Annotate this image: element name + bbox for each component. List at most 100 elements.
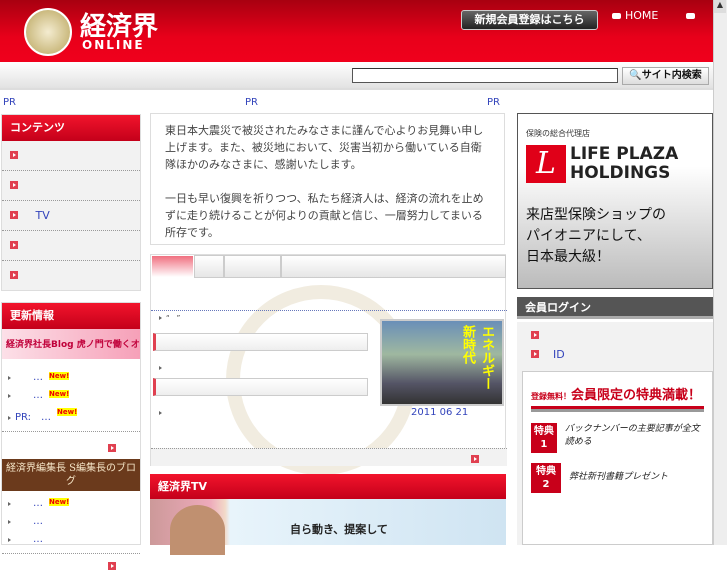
news-panel: “ ” エネルギー新時代 2011 06 21 [150,254,507,475]
president-blog-banner[interactable]: 経済界社長Blog 虎ノ門で働くオンナ社長 [2,329,140,359]
perk-badge-number: 1 [540,439,548,450]
vertical-scrollbar[interactable] [713,0,727,545]
magazine-cover[interactable]: エネルギー新時代 [380,319,504,406]
bullet-icon [612,13,621,19]
home-label: HOME [625,9,659,22]
life-plaza-ad[interactable]: 保険の総合代理店 L LIFE PLAZA HOLDINGS 来店型保険ショップ… [517,113,713,289]
update-item[interactable]: … New! [2,495,140,513]
ad-copy: パイオニアにして、 [526,228,651,244]
item-label: PR: … [15,412,52,423]
arrow-icon [10,211,18,219]
login-link-label: ID [553,348,565,361]
pr-link[interactable]: PR [245,97,258,108]
arrow-icon [108,562,116,570]
ad-brand: HOLDINGS [570,163,671,183]
update-item[interactable]: … New! [2,369,140,387]
tv-title: 経済界TV [150,474,506,499]
contents-title: コンテンツ [2,115,140,141]
search-button-label: サイト内検索 [641,70,702,81]
bullet-icon [686,13,696,19]
home-link[interactable]: HOME [612,9,699,22]
perk-text: 弊社新刊書籍プレゼント [569,472,669,482]
tv-video-thumbnail[interactable]: 自ら動き、提案して [150,499,506,555]
login-title: 会員ログイン [517,297,713,319]
contents-item[interactable] [2,261,140,291]
news-item[interactable] [159,360,166,373]
more-link[interactable] [151,448,507,466]
life-plaza-logo-icon: L [526,145,566,183]
tab-active[interactable] [151,255,194,278]
promo-headline: 会員限定の特典満載！ [571,388,702,403]
new-badge: New! [49,372,70,380]
perk-badge-label: 特典 [536,466,556,477]
magnifier-icon: 🔍 [629,70,642,81]
update-item[interactable]: … New! [2,387,140,405]
condolence-message: 東日本大震災で被災されたみなさまに謹んで心よりお見舞い申し上げます。また、被災地… [150,113,505,245]
arrow-icon [10,181,18,189]
update-item[interactable]: … [2,513,140,531]
perk-item: 特典 1 バックナンバーの主要記事が全文読める [531,423,704,453]
member-benefits-promo[interactable]: 登録無料！会員限定の特典満載！ 特典 1 バックナンバーの主要記事が全文読める 特… [522,371,713,545]
contents-item[interactable] [2,231,140,261]
item-label: … [33,534,43,545]
tab[interactable] [194,255,224,278]
tv-caption: 自ら動き、提案して [290,523,388,536]
bullet-icon [8,502,11,506]
pr-link[interactable]: PR [3,97,16,108]
login-id-link[interactable]: ID [531,348,565,361]
news-category-bar[interactable] [153,333,368,351]
tab[interactable] [224,255,281,278]
bullet-icon [159,316,162,320]
message-paragraph: 東日本大震災で被災されたみなさまに謹んで心よりお見舞い申し上げます。また、被災地… [165,124,484,171]
new-badge: New! [49,390,70,398]
more-link[interactable] [2,431,140,459]
divider [151,310,507,311]
more-link[interactable] [2,553,140,573]
arrow-icon [108,444,116,452]
contents-item-tv[interactable]: TV [2,201,140,231]
item-label: … [33,390,43,401]
updates-panel: 更新情報 経済界社長Blog 虎ノ門で働くオンナ社長 … New! … New! P… [1,302,141,570]
perk-badge: 特典 2 [531,463,561,493]
bullet-icon [159,366,162,370]
register-button[interactable]: 新規会員登録はこちら [461,10,598,30]
perk-badge: 特典 1 [531,423,557,453]
bullet-icon [8,538,11,542]
ad-copy: 日本最大級！ [526,249,610,265]
news-item-label: “ ” [166,314,181,322]
updates-title: 更新情報 [2,303,140,329]
bullet-icon [8,416,11,420]
arrow-icon [471,455,479,463]
update-item[interactable]: PR: … New! [2,405,140,423]
item-label: … [33,372,43,383]
site-search-button[interactable]: 🔍サイト内検索 [622,67,709,85]
item-label: … [33,498,43,509]
arrow-icon [10,151,18,159]
contents-panel: コンテンツ TV [1,114,141,291]
news-category-bar[interactable] [153,378,368,396]
login-link[interactable] [531,329,539,342]
pr-link[interactable]: PR [487,97,500,108]
editor-blog-banner[interactable]: 経済界編集長 S編集長のブログ [2,459,140,491]
tab[interactable] [281,255,506,278]
new-badge: New! [49,498,70,506]
update-item[interactable]: … [2,531,140,549]
ad-brand: LIFE PLAZA [570,144,679,164]
contents-item[interactable] [2,141,140,171]
news-item[interactable] [159,405,166,418]
contents-item[interactable] [2,171,140,201]
promo-free-label: 登録無料！ [531,392,571,401]
logo-subtitle[interactable]: ONLINE [82,38,145,52]
scroll-up-arrow-icon[interactable]: ▲ [714,0,726,13]
cover-date[interactable]: 2011 06 21 [411,407,468,418]
news-item[interactable]: “ ” [159,313,180,323]
logo-globe-icon[interactable] [24,8,72,56]
bullet-icon [8,520,11,524]
new-badge: New! [57,408,78,416]
arrow-icon [10,271,18,279]
perk-badge-label: 特典 [533,426,554,437]
bullet-icon [8,394,11,398]
search-input[interactable] [352,68,618,83]
bullet-icon [159,411,162,415]
ad-copy: 来店型保険ショップの [526,207,666,223]
